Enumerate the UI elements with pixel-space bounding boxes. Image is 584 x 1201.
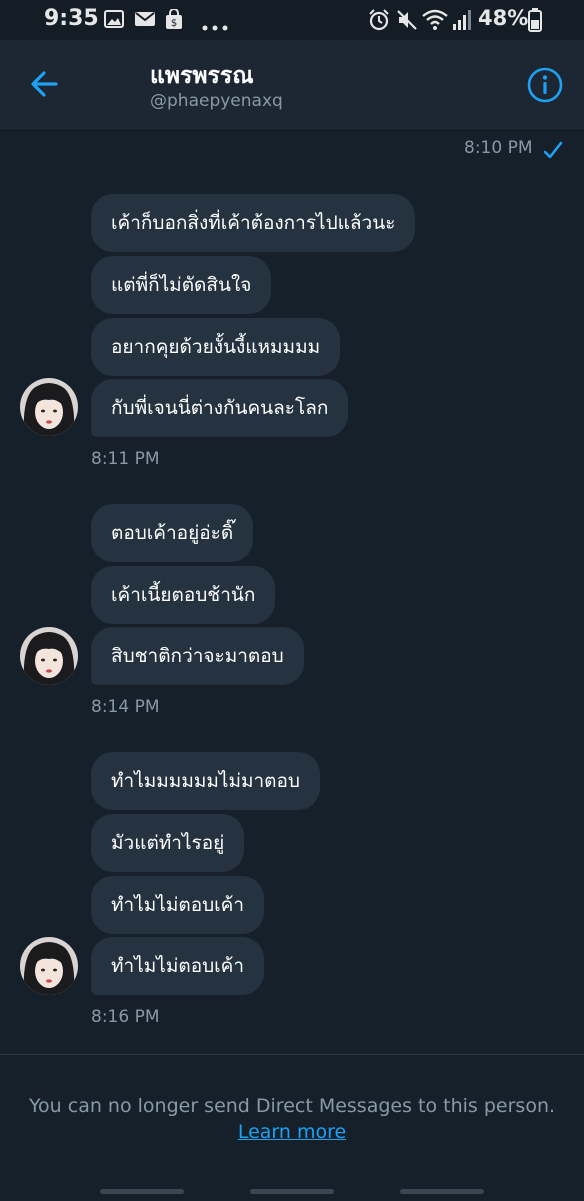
message-bubble[interactable]: ทำไมไม่ตอบเค้า xyxy=(91,937,265,995)
battery-percent: 48% xyxy=(478,6,529,30)
message-bubble[interactable]: แต่พี่ก็ไม่ตัดสินใจ xyxy=(91,256,272,314)
info-icon xyxy=(527,67,563,103)
battery-icon xyxy=(528,8,542,36)
check-icon xyxy=(543,141,563,159)
dm-disabled-notice: You can no longer send Direct Messages t… xyxy=(28,1095,556,1117)
message-bubble[interactable]: เค้าก็บอกสิ่งที่เค้าต้องการไปแล้วนะ xyxy=(91,194,416,252)
info-button[interactable] xyxy=(526,66,564,104)
signal-icon xyxy=(452,9,472,35)
back-button[interactable] xyxy=(26,64,66,104)
message-time: 8:11 PM xyxy=(91,449,160,469)
alarm-icon xyxy=(368,9,390,35)
message-bubble[interactable]: สิบชาติกว่าจะมาตอบ xyxy=(91,627,304,685)
learn-more-link[interactable]: Learn more xyxy=(0,1121,584,1143)
avatar[interactable] xyxy=(20,937,78,995)
shop-icon: $ xyxy=(164,8,184,35)
message-bubble[interactable]: อยากคุยด้วยงั้นงี้แหมมมม xyxy=(91,318,341,376)
conversation-header: แพรพรรณ @phaepyenaxq xyxy=(0,40,584,131)
mute-icon xyxy=(396,9,418,35)
status-bar: 9:35 $ 48% xyxy=(0,0,584,40)
nav-bar-segment xyxy=(400,1189,484,1194)
sent-message-time: 8:10 PM xyxy=(464,138,533,158)
nav-bar-segment xyxy=(100,1189,184,1194)
message-bubble[interactable]: ทำไมมมมมมไม่มาตอบ xyxy=(91,752,320,810)
more-dots-icon xyxy=(202,16,228,35)
svg-text:$: $ xyxy=(171,18,177,29)
nav-bar-segment xyxy=(250,1189,334,1194)
avatar[interactable] xyxy=(20,627,78,685)
message-bubble[interactable]: เค้าเนี้ยตอบช้านัก xyxy=(91,566,276,624)
arrow-left-icon xyxy=(31,71,58,97)
mail-icon xyxy=(134,9,156,33)
message-time: 8:16 PM xyxy=(91,1007,160,1027)
wifi-icon xyxy=(422,9,448,35)
contact-handle[interactable]: @phaepyenaxq xyxy=(150,91,283,111)
contact-name[interactable]: แพรพรรณ xyxy=(150,58,254,94)
status-time: 9:35 xyxy=(44,6,99,31)
dm-disabled-footer: You can no longer send Direct Messages t… xyxy=(0,1054,584,1201)
message-bubble[interactable]: มัวแต่ทำไรอยู่ xyxy=(91,814,245,872)
avatar[interactable] xyxy=(20,378,78,436)
image-icon xyxy=(104,9,124,33)
message-bubble[interactable]: กับพี่เจนนี่ต่างกันคนละโลก xyxy=(91,379,349,437)
message-time: 8:14 PM xyxy=(91,697,160,717)
message-bubble[interactable]: ทำไมไม่ตอบเค้า xyxy=(91,876,265,934)
message-bubble[interactable]: ตอบเค้าอยู่อ่ะดิ๊ xyxy=(91,504,254,562)
